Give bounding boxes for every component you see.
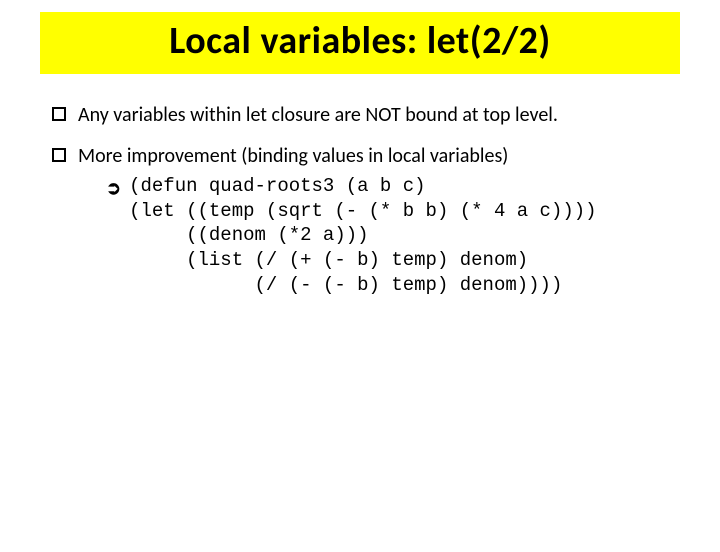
bullet-text: Any variables within let closure are NOT… — [78, 102, 668, 129]
code-snippet: (defun quad-roots3 (a b c) (let ((temp (… — [129, 174, 596, 297]
bullet-text-block: More improvement (binding values in loca… — [78, 143, 668, 297]
bullet-item: Any variables within let closure are NOT… — [52, 102, 668, 129]
slide: Local variables: let(2/2) Any variables … — [0, 12, 720, 552]
code-line: ((denom (*2 a))) — [129, 224, 368, 246]
code-line: (defun quad-roots3 (a b c) — [129, 175, 425, 197]
code-line: (/ (- (- b) temp) denom)))) — [129, 274, 562, 296]
bullet-item: More improvement (binding values in loca… — [52, 143, 668, 297]
bullet-text: More improvement (binding values in loca… — [78, 144, 508, 168]
code-row: ➲ (defun quad-roots3 (a b c) (let ((temp… — [106, 174, 668, 297]
square-bullet-icon — [52, 148, 66, 162]
title-bar: Local variables: let(2/2) — [40, 12, 680, 74]
code-line: (list (/ (+ (- b) temp) denom) — [129, 249, 528, 271]
code-line: (let ((temp (sqrt (- (* b b) (* 4 a c)))… — [129, 200, 596, 222]
slide-title: Local variables: let(2/2) — [50, 18, 670, 64]
square-bullet-icon — [52, 107, 66, 121]
code-block: ➲ (defun quad-roots3 (a b c) (let ((temp… — [78, 174, 668, 297]
content-area: Any variables within let closure are NOT… — [0, 74, 720, 297]
arrow-bullet-icon: ➲ — [106, 176, 121, 200]
